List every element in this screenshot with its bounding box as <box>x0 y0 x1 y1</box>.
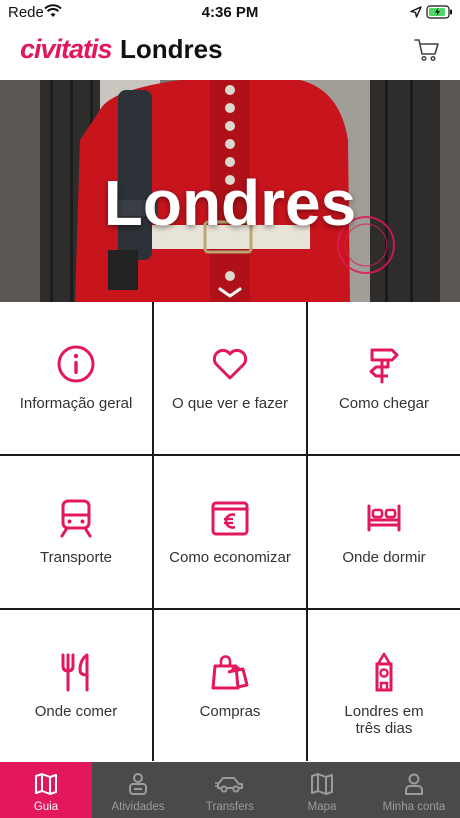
tab-mapa[interactable]: Mapa <box>276 762 368 818</box>
tab-label: Atividades <box>111 801 165 813</box>
location-arrow-icon <box>410 5 422 23</box>
shopping-bag-icon <box>154 652 306 692</box>
status-bar: Rede 4:36 PM <box>0 0 460 24</box>
app-header: civitatis Londres <box>0 24 460 80</box>
menu-tile-o-que-ver-e-fazer[interactable]: O que ver e fazer <box>154 302 306 453</box>
menu-tile-onde-dormir[interactable]: Onde dormir <box>308 456 460 607</box>
tab-transfers[interactable]: Transfers <box>184 762 276 818</box>
tab-minha-conta[interactable]: Minha conta <box>368 762 460 818</box>
hero-banner: Londres <box>0 80 460 302</box>
shopping-cart-icon[interactable] <box>414 38 440 67</box>
grid-divider <box>0 454 460 456</box>
menu-tile-label: Como economizar <box>169 549 291 566</box>
bed-icon <box>308 498 460 538</box>
battery-icon <box>426 5 454 24</box>
menu-tile-informacao-geral[interactable]: Informação geral <box>0 302 152 453</box>
clock: 4:36 PM <box>201 4 259 21</box>
heart-icon <box>154 344 306 384</box>
map-outline-icon <box>276 772 368 796</box>
euro-wallet-icon <box>154 498 306 538</box>
car-icon <box>184 772 276 796</box>
signpost-icon <box>308 344 460 384</box>
tab-atividades[interactable]: Atividades <box>92 762 184 818</box>
grid-divider <box>306 302 308 761</box>
menu-tile-label: Onde comer <box>34 703 118 720</box>
tab-guia[interactable]: Guia <box>0 762 92 818</box>
menu-tile-label: Onde dormir <box>342 549 426 566</box>
fork-knife-icon <box>0 652 152 692</box>
menu-tile-label: Transporte <box>40 549 112 566</box>
tab-label: Minha conta <box>382 801 446 813</box>
menu-tile-onde-comer[interactable]: Onde comer <box>0 610 152 761</box>
tab-label: Guia <box>33 801 59 813</box>
menu-tile-como-economizar[interactable]: Como economizar <box>154 456 306 607</box>
civitatis-logo[interactable]: civitatis <box>20 34 113 65</box>
tab-label: Transfers <box>205 801 255 813</box>
wifi-icon <box>44 4 62 23</box>
page-title: Londres <box>120 34 223 64</box>
menu-tile-londres-em-tres-dias[interactable]: Londres em três dias <box>308 610 460 761</box>
map-icon <box>0 772 92 796</box>
carrier-label: Rede <box>8 4 44 21</box>
menu-tile-como-chegar[interactable]: Como chegar <box>308 302 460 453</box>
tab-label: Mapa <box>307 801 337 813</box>
menu-tile-compras[interactable]: Compras <box>154 610 306 761</box>
train-icon <box>0 498 152 538</box>
user-icon <box>368 772 460 796</box>
chevron-down-icon[interactable] <box>218 286 242 302</box>
guide-menu-grid: Informação geral O que ver e fazer Como … <box>0 302 460 761</box>
big-ben-icon <box>308 652 460 692</box>
activities-icon <box>92 772 184 796</box>
grid-divider <box>152 302 154 761</box>
hero-title: Londres <box>103 167 357 239</box>
grid-divider <box>0 608 460 610</box>
menu-tile-label: Compras <box>199 703 261 720</box>
menu-tile-label: Como chegar <box>338 395 430 412</box>
bottom-tab-bar: Guia Atividades Transfers Mapa Minha con… <box>0 762 460 818</box>
menu-tile-label: O que ver e fazer <box>172 395 288 412</box>
menu-tile-label: Londres em três dias <box>344 703 424 737</box>
menu-tile-label: Informação geral <box>19 395 133 412</box>
info-icon <box>0 344 152 384</box>
menu-tile-transporte[interactable]: Transporte <box>0 456 152 607</box>
